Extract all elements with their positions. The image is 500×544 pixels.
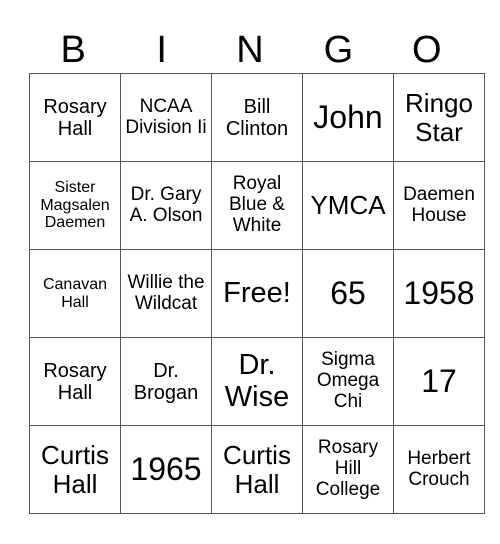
- header-letter-g: G: [323, 29, 354, 71]
- bingo-cell[interactable]: Willie the Wildcat: [120, 249, 212, 338]
- bingo-cell[interactable]: Dr. Wise: [211, 337, 303, 426]
- bingo-cell[interactable]: Herbert Crouch: [393, 425, 485, 514]
- grid-row: Curtis Hall 1965 Curtis Hall Rosary Hill…: [29, 425, 485, 514]
- bingo-cell[interactable]: YMCA: [302, 161, 394, 250]
- header-letter-n: N: [236, 29, 264, 71]
- bingo-cell[interactable]: Dr. Gary A. Olson: [120, 161, 212, 250]
- grid-row: Sister Magsalen Daemen Dr. Gary A. Olson…: [29, 161, 485, 250]
- header-letter-o: O: [412, 29, 442, 71]
- bingo-cell[interactable]: NCAA Division Ii: [120, 73, 212, 162]
- bingo-cell[interactable]: Royal Blue & White: [211, 161, 303, 250]
- bingo-cell[interactable]: Dr. Brogan: [120, 337, 212, 426]
- bingo-cell[interactable]: Sigma Omega Chi: [302, 337, 394, 426]
- bingo-cell[interactable]: Canavan Hall: [29, 249, 121, 338]
- header-letter-i: I: [156, 29, 167, 71]
- bingo-header: B I N G O: [29, 28, 471, 73]
- bingo-cell[interactable]: Rosary Hall: [29, 73, 121, 162]
- header-letter-b: B: [60, 29, 86, 71]
- grid-row: Rosary Hall Dr. Brogan Dr. Wise Sigma Om…: [29, 337, 485, 426]
- grid-row: Rosary Hall NCAA Division Ii Bill Clinto…: [29, 73, 485, 162]
- bingo-cell[interactable]: Rosary Hall: [29, 337, 121, 426]
- bingo-cell[interactable]: 65: [302, 249, 394, 338]
- bingo-cell[interactable]: 1958: [393, 249, 485, 338]
- bingo-cell[interactable]: Rosary Hill College: [302, 425, 394, 514]
- bingo-cell[interactable]: 1965: [120, 425, 212, 514]
- free-space-cell[interactable]: Free!: [211, 249, 303, 338]
- grid-row: Canavan Hall Willie the Wildcat Free! 65…: [29, 249, 485, 338]
- bingo-cell[interactable]: 17: [393, 337, 485, 426]
- bingo-grid: Rosary Hall NCAA Division Ii Bill Clinto…: [29, 73, 485, 514]
- bingo-cell[interactable]: Daemen House: [393, 161, 485, 250]
- bingo-cell[interactable]: Curtis Hall: [211, 425, 303, 514]
- bingo-cell[interactable]: John: [302, 73, 394, 162]
- bingo-cell[interactable]: Bill Clinton: [211, 73, 303, 162]
- bingo-cell[interactable]: Ringo Star: [393, 73, 485, 162]
- bingo-cell[interactable]: Curtis Hall: [29, 425, 121, 514]
- bingo-cell[interactable]: Sister Magsalen Daemen: [29, 161, 121, 250]
